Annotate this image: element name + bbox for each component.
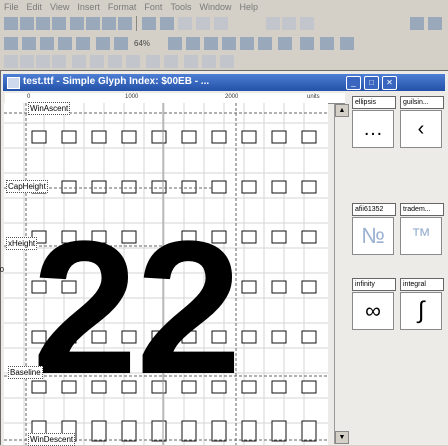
new-icon[interactable] [4,17,18,30]
cap-height-label: CapHeight [6,180,48,193]
align-center-icon[interactable] [20,55,34,68]
distribute-icon[interactable] [52,55,66,68]
close-button[interactable]: ✕ [382,76,397,90]
glyph-outline[interactable]: 2 [32,202,138,414]
knife-icon[interactable] [58,37,72,50]
separator [136,16,137,31]
test-icon[interactable] [300,17,314,30]
glyph-preview-guilsinglleft[interactable]: ‹ [400,110,442,148]
forward-icon[interactable] [282,17,296,30]
rotate-icon[interactable] [108,55,122,68]
vertical-scrollbar[interactable]: ▲ ▼ [334,104,349,444]
hand-icon[interactable] [168,37,182,50]
menu-help[interactable]: Help [235,0,262,14]
menu-tools[interactable]: Tools [166,0,195,14]
menu-font[interactable]: Font [140,0,166,14]
window-title: test.ttf - Simple Glyph Index: $00EB - .… [23,76,210,87]
ruler-icon[interactable] [204,37,218,50]
glyph-name-guilsinglleft[interactable]: guilsin... [400,96,444,109]
node-icon[interactable] [186,37,200,50]
cut-icon[interactable] [178,17,192,30]
menu-bar: File Edit View Insert Format Font Tools Window H… [0,0,448,14]
point-icon[interactable] [40,37,54,50]
skew-icon[interactable] [146,55,160,68]
baseline-label: Baseline [8,366,43,379]
align-left-icon[interactable] [4,55,18,68]
win-descent-label: WinDescent [28,433,76,446]
menu-file[interactable]: File [0,0,23,14]
align-right-icon[interactable] [36,55,50,68]
copy-icon[interactable] [70,17,84,30]
pen-icon[interactable] [76,37,90,50]
line-icon[interactable] [300,37,314,50]
save-all-icon[interactable] [52,17,66,30]
circle-icon[interactable] [340,37,354,50]
ruler-tick: 0 [27,94,31,100]
menu-insert[interactable]: Insert [73,0,104,14]
scroll-up-icon[interactable]: ▲ [335,104,349,117]
ruler-units: units [307,94,320,100]
paste-icon[interactable] [86,17,100,30]
select-icon[interactable] [4,37,18,50]
glyph-preview-trademark[interactable]: ™ [400,217,442,255]
ruler-tick: 1000 [125,94,139,100]
chart-icon[interactable] [278,37,292,50]
scale-icon[interactable] [126,55,140,68]
window-titlebar[interactable]: test.ttf - Simple Glyph Index: $00EB - .… [3,74,445,91]
glyph-preview-ellipsis[interactable]: … [352,110,394,148]
grid-icon[interactable] [410,17,424,30]
drawing-toolbar: 64% [0,34,448,55]
save-icon[interactable] [36,17,50,30]
menu-edit[interactable]: Edit [23,0,47,14]
glyph-preview-afii61352[interactable]: № [352,217,394,255]
union-icon[interactable] [184,55,198,68]
glyph-preview-integral[interactable]: ∫ [400,292,442,330]
subtract-icon[interactable] [220,55,234,68]
square-icon[interactable] [320,37,334,50]
glyph-name-infinity[interactable]: infinity [352,278,396,291]
glyph-editor-grid[interactable]: 2 2 WinAscent CapHeight xHeight Baseline… [4,102,328,446]
zoom-in-icon[interactable] [96,37,110,50]
scroll-down-icon[interactable]: ▼ [335,431,349,444]
glyph-panel: ellipsis guilsin... … ‹ afii61352 tradem… [350,92,448,445]
zoom-level[interactable]: 64% [134,37,150,50]
minimize-button[interactable]: _ [346,76,361,90]
maximize-button[interactable]: □ [364,76,379,90]
find-icon[interactable] [160,17,174,30]
delete-icon[interactable] [196,17,210,30]
open-icon[interactable] [20,17,34,30]
undo-icon[interactable] [102,17,116,30]
menu-view[interactable]: View [46,0,73,14]
glyph-outline-copy[interactable]: 2 [136,202,242,414]
properties-icon[interactable] [214,17,228,30]
print-icon[interactable] [142,17,156,30]
intersect-icon[interactable] [202,55,216,68]
win-ascent-label: WinAscent [28,102,71,115]
mirror-icon[interactable] [164,55,178,68]
back-icon[interactable] [266,17,280,30]
glyph-preview-infinity[interactable]: ∞ [352,292,394,330]
window-icon [7,77,20,89]
glyph-name-afii61352[interactable]: afii61352 [352,203,396,216]
flip-h-icon[interactable] [72,55,86,68]
zoom-out-icon[interactable] [114,37,128,50]
menu-format[interactable]: Format [104,0,141,14]
kern-icon[interactable] [240,37,254,50]
contour-icon[interactable] [22,37,36,50]
glyph-name-integral[interactable]: integral [400,278,444,291]
chevron-icon[interactable] [428,17,442,30]
menu-window[interactable]: Window [195,0,235,14]
guide-icon[interactable] [222,37,236,50]
standard-toolbar [0,14,448,35]
x-height-label: xHeight [6,237,38,250]
glyph-canvas: 2 2 [4,103,328,445]
transform-toolbar [0,54,448,71]
origin-label: 0 [0,267,4,274]
flip-v-icon[interactable] [90,55,104,68]
metrics-icon[interactable] [258,37,272,50]
glyph-name-ellipsis[interactable]: ellipsis [352,96,396,109]
redo-icon[interactable] [118,17,132,30]
glyph-name-trademark[interactable]: tradem... [400,203,444,216]
ruler-tick: 2000 [225,94,239,100]
